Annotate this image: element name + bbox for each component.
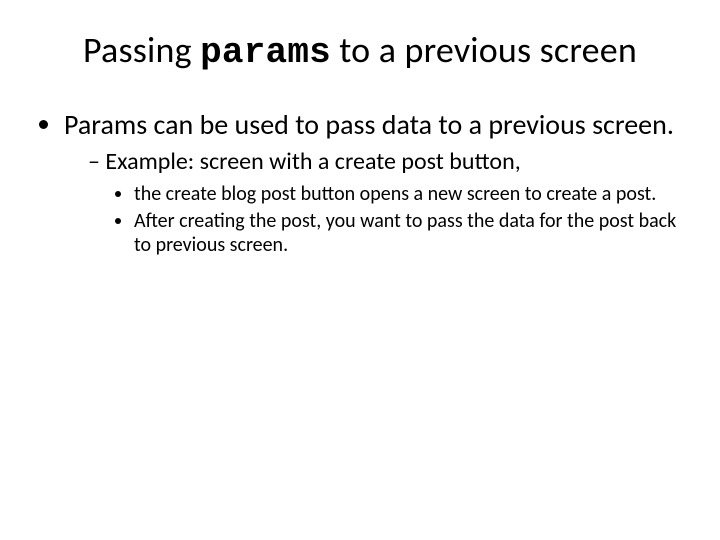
bullet-text: the create blog post button opens a new … xyxy=(134,182,656,206)
bullet-list-level1: Params can be used to pass data to a pre… xyxy=(30,109,690,257)
title-post: to a previous screen xyxy=(331,28,637,72)
bullet-list-level3: the create blog post button opens a new … xyxy=(88,183,690,258)
bullet-text: After creating the post, you want to pas… xyxy=(134,209,676,257)
bullet-text: Params can be used to pass data to a pre… xyxy=(64,107,674,142)
list-item: Example: screen with a create post butto… xyxy=(88,148,690,257)
title-code: params xyxy=(200,32,331,73)
list-item: After creating the post, you want to pas… xyxy=(134,210,690,257)
slide-title: Passing params to a previous screen xyxy=(30,28,690,73)
bullet-text: Example: screen with a create post butto… xyxy=(105,147,520,176)
title-pre: Passing xyxy=(83,28,200,72)
bullet-list-level2: Example: screen with a create post butto… xyxy=(64,148,690,257)
slide: Passing params to a previous screen Para… xyxy=(0,0,720,540)
list-item: the create blog post button opens a new … xyxy=(134,183,690,207)
list-item: Params can be used to pass data to a pre… xyxy=(64,109,690,257)
